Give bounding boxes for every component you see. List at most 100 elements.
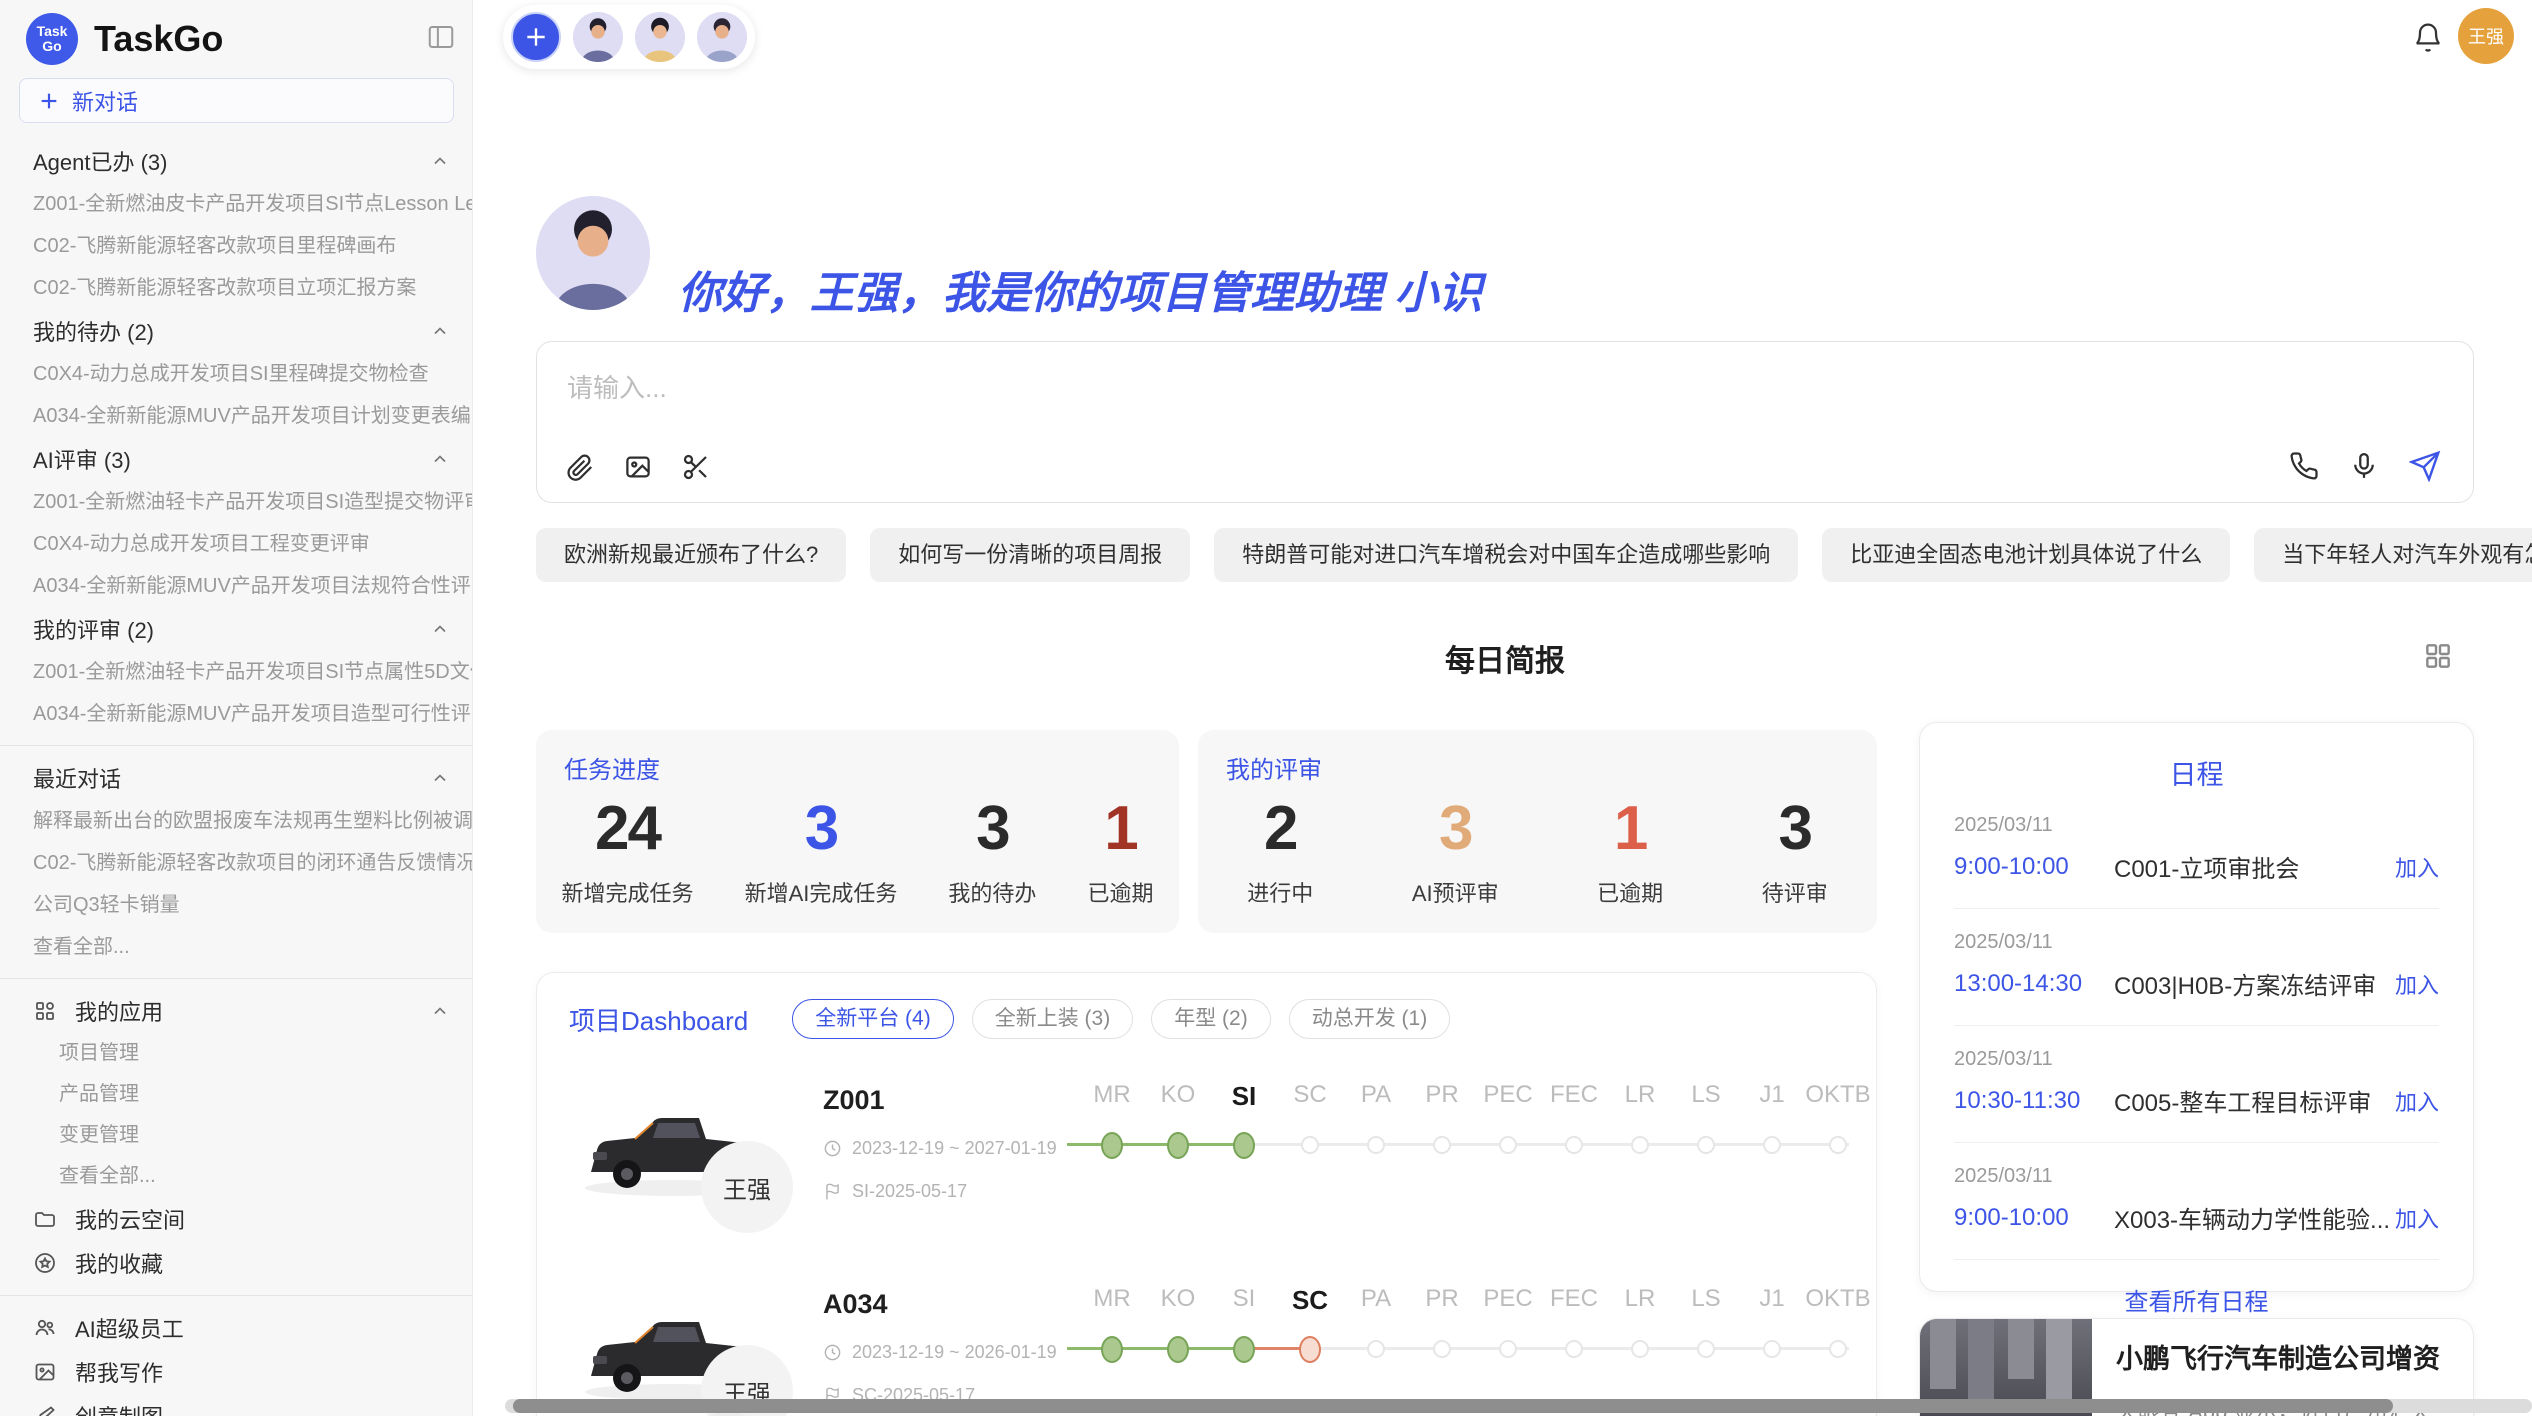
section-header-my-todo[interactable]: 我的待办 (2) bbox=[0, 309, 472, 353]
scissors-icon[interactable] bbox=[681, 452, 711, 482]
sidebar-item-cloud-space[interactable]: 我的云空间 bbox=[0, 1197, 472, 1241]
schedule-item: 2025/03/11 9:00-10:00 C001-立项审批会 加入 bbox=[1954, 792, 2439, 909]
new-chat-button[interactable]: 新对话 bbox=[19, 78, 454, 123]
schedule-date: 2025/03/11 bbox=[1954, 931, 2439, 954]
section-header-ai-review[interactable]: AI评审 (3) bbox=[0, 437, 472, 481]
milestone-label: LS bbox=[1673, 1285, 1739, 1316]
sidebar-task-item[interactable]: C0X4-动力总成开发项目工程变更评审 bbox=[0, 523, 472, 565]
milestone-label: PR bbox=[1409, 1081, 1475, 1112]
sidebar-task-item[interactable]: C0X4-动力总成开发项目SI里程碑提交物检查 bbox=[0, 353, 472, 395]
recent-chat-item[interactable]: 解释最新出台的欧盟报废车法规再生塑料比例被调至15%... bbox=[0, 800, 472, 842]
stat-value: 24 bbox=[562, 798, 694, 860]
project-row[interactable]: 王强 Z001 2023-12-19 ~ 2027-01-19 SI-2025-… bbox=[537, 1079, 1876, 1249]
suggestion-chip[interactable]: 特朗普可能对进口汽车增税会对中国车企造成哪些影响 bbox=[1214, 528, 1798, 582]
user-name: 王强 bbox=[2468, 23, 2504, 49]
sidebar-item-my-apps[interactable]: 我的应用 bbox=[0, 989, 472, 1033]
suggestion-chip[interactable]: 当下年轻人对汽车外观有怎样的喜好趋势 bbox=[2254, 528, 2532, 582]
chevron-up-icon[interactable] bbox=[430, 768, 450, 788]
agent-avatar[interactable] bbox=[573, 12, 623, 62]
project-row[interactable]: 王强 A034 2023-12-19 ~ 2026-01-19 SC-2025-… bbox=[537, 1283, 1876, 1416]
notification-bell-icon[interactable] bbox=[2412, 22, 2444, 54]
sidebar-task-item[interactable]: A034-全新新能源MUV产品开发项目造型可行性评审 bbox=[0, 693, 472, 735]
sidebar-task-item[interactable]: Z001-全新燃油皮卡产品开发项目SI节点Lesson Learn报告 bbox=[0, 183, 472, 225]
section-header-agent-done[interactable]: Agent已办 (3) bbox=[0, 139, 472, 183]
horizontal-scrollbar-thumb[interactable] bbox=[513, 1399, 2393, 1413]
join-meeting-link[interactable]: 加入 bbox=[2395, 968, 2439, 1000]
new-conversation-button[interactable] bbox=[511, 12, 561, 62]
stat-label: AI预评审 bbox=[1412, 876, 1499, 908]
sidebar-item-label: AI超级员工 bbox=[75, 1312, 184, 1344]
folder-icon bbox=[33, 1207, 57, 1231]
milestone-label: MR bbox=[1079, 1081, 1145, 1112]
suggestion-chip[interactable]: 如何写一份清晰的项目周报 bbox=[870, 528, 1190, 582]
app-link-product-mgmt[interactable]: 产品管理 bbox=[0, 1074, 472, 1115]
stat-overdue: 1 已逾期 bbox=[1087, 798, 1153, 908]
recent-chat-view-all[interactable]: 查看全部... bbox=[0, 926, 472, 968]
chevron-up-icon[interactable] bbox=[430, 449, 450, 469]
join-meeting-link[interactable]: 加入 bbox=[2395, 1202, 2439, 1234]
milestone-dot bbox=[1433, 1340, 1451, 1358]
recent-chat-item[interactable]: C02-飞腾新能源轻客改款项目的闭环通告反馈情况 bbox=[0, 842, 472, 884]
agent-avatar[interactable] bbox=[635, 12, 685, 62]
sidebar-task-item[interactable]: Z001-全新燃油轻卡产品开发项目SI造型提交物评审 bbox=[0, 481, 472, 523]
image-upload-icon[interactable] bbox=[623, 452, 653, 482]
sidebar-task-item[interactable]: A034-全新新能源MUV产品开发项目计划变更表编写 bbox=[0, 395, 472, 437]
chevron-up-icon[interactable] bbox=[430, 151, 450, 171]
send-icon[interactable] bbox=[2409, 450, 2441, 482]
sidebar-task-item[interactable]: C02-飞腾新能源轻客改款项目里程碑画布 bbox=[0, 225, 472, 267]
app-link-project-mgmt[interactable]: 项目管理 bbox=[0, 1033, 472, 1074]
tab-new-platform[interactable]: 全新平台 (4) bbox=[792, 999, 954, 1039]
chevron-up-icon[interactable] bbox=[430, 619, 450, 639]
section-label: Agent已办 (3) bbox=[33, 145, 168, 177]
milestone-dot bbox=[1697, 1136, 1715, 1154]
app-link-view-all[interactable]: 查看全部... bbox=[0, 1156, 472, 1197]
agent-avatar[interactable] bbox=[697, 12, 747, 62]
phone-call-icon[interactable] bbox=[2289, 451, 2319, 481]
sidebar-header: Task Go TaskGo bbox=[0, 0, 472, 78]
flag-icon bbox=[823, 1182, 842, 1201]
section-label: 最近对话 bbox=[33, 762, 121, 794]
milestone-label: LR bbox=[1607, 1081, 1673, 1112]
suggestion-chip[interactable]: 欧洲新规最近颁布了什么? bbox=[536, 528, 846, 582]
message-composer[interactable]: 请输入... bbox=[536, 341, 2474, 503]
join-meeting-link[interactable]: 加入 bbox=[2395, 851, 2439, 883]
project-visual: 王强 bbox=[573, 1283, 823, 1416]
composer-left-tools bbox=[565, 452, 711, 482]
user-avatar[interactable]: 王强 bbox=[2458, 8, 2514, 64]
sidebar-item-favorites[interactable]: 我的收藏 bbox=[0, 1241, 472, 1285]
sidebar-item-label: 我的应用 bbox=[75, 995, 163, 1027]
recent-chat-item[interactable]: 公司Q3轻卡销量 bbox=[0, 884, 472, 926]
sidebar-collapse-icon[interactable] bbox=[426, 22, 456, 52]
tab-year-model[interactable]: 年型 (2) bbox=[1151, 999, 1271, 1039]
sidebar-item-help-me-write[interactable]: 帮我写作 bbox=[0, 1350, 472, 1394]
milestone-dot bbox=[1433, 1136, 1451, 1154]
app-link-change-mgmt[interactable]: 变更管理 bbox=[0, 1115, 472, 1156]
project-code: A034 bbox=[823, 1289, 1073, 1320]
milestone-dot-done bbox=[1101, 1336, 1123, 1363]
sidebar-task-item[interactable]: A034-全新新能源MUV产品开发项目法规符合性评审 bbox=[0, 565, 472, 607]
briefing-layout-icon[interactable] bbox=[2422, 640, 2454, 672]
section-header-my-review[interactable]: 我的评审 (2) bbox=[0, 607, 472, 651]
stat-overdue: 1 已逾期 bbox=[1597, 798, 1663, 908]
join-meeting-link[interactable]: 加入 bbox=[2395, 1085, 2439, 1117]
stat-value: 3 bbox=[745, 798, 898, 860]
sidebar-task-item[interactable]: Z001-全新燃油轻卡产品开发项目SI节点属性5D文件评审 bbox=[0, 651, 472, 693]
stat-new-ai-completed: 3 新增AI完成任务 bbox=[745, 798, 898, 908]
tab-new-body[interactable]: 全新上装 (3) bbox=[972, 999, 1134, 1039]
sidebar-item-creative-drawing[interactable]: 创意制图 bbox=[0, 1394, 472, 1416]
project-date-range: 2023-12-19 ~ 2027-01-19 bbox=[852, 1138, 1057, 1159]
view-all-schedule-link[interactable]: 查看所有日程 bbox=[1954, 1282, 2439, 1317]
suggestion-chip[interactable]: 比亚迪全固态电池计划具体说了什么 bbox=[1822, 528, 2230, 582]
milestone-dot bbox=[1499, 1340, 1517, 1358]
stat-label: 进行中 bbox=[1247, 876, 1313, 908]
microphone-icon[interactable] bbox=[2349, 451, 2379, 481]
attachment-icon[interactable] bbox=[565, 452, 595, 482]
sidebar-item-ai-super-staff[interactable]: AI超级员工 bbox=[0, 1306, 472, 1350]
section-header-recent-chats[interactable]: 最近对话 bbox=[0, 756, 472, 800]
chevron-up-icon[interactable] bbox=[430, 321, 450, 341]
sidebar-task-item[interactable]: C02-飞腾新能源轻客改款项目立项汇报方案 bbox=[0, 267, 472, 309]
milestone-timeline: MR KO SI SC PA PR PEC FEC LR LS J1 OKTB bbox=[1079, 1079, 1876, 1168]
tab-powertrain-dev[interactable]: 动总开发 (1) bbox=[1289, 999, 1451, 1039]
horizontal-scrollbar-track[interactable] bbox=[505, 1399, 2532, 1413]
chevron-up-icon[interactable] bbox=[430, 1001, 450, 1021]
